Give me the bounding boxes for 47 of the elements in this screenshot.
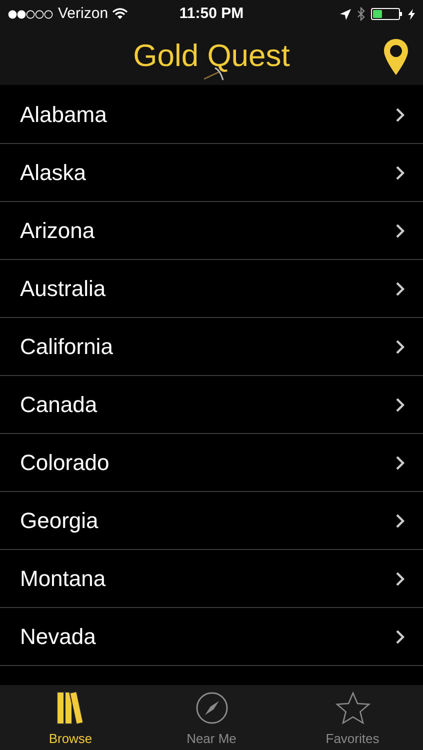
list-row[interactable]: Alabama [0, 86, 423, 144]
map-pin-icon [384, 39, 408, 75]
list-row[interactable]: Arizona [0, 202, 423, 260]
row-label: Georgia [20, 507, 100, 535]
chevron-icon [395, 338, 405, 354]
compass-icon [194, 690, 228, 724]
list-row[interactable]: Nevada [0, 608, 423, 666]
row-label: Alabama [20, 101, 108, 129]
list-row[interactable]: Montana [0, 550, 423, 608]
signal-icon [8, 10, 54, 18]
chevron-icon [395, 164, 405, 180]
row-label: Montana [20, 565, 107, 593]
carrier-name: Verizon [58, 4, 108, 24]
books-icon [56, 690, 86, 724]
chevron-icon [395, 628, 405, 644]
bluetooth-icon [357, 7, 365, 21]
wifi-icon [112, 8, 128, 20]
row-label: Alaska [20, 159, 88, 187]
app-title: Gold Quest [133, 38, 290, 74]
list-row[interactable]: Australia [0, 260, 423, 318]
battery-icon [371, 8, 402, 20]
chevron-icon [395, 106, 405, 122]
charging-icon [408, 8, 415, 20]
row-label: Nevada [20, 623, 97, 651]
chevron-icon [395, 396, 405, 412]
list-row[interactable]: Colorado [0, 434, 423, 492]
list-row[interactable]: Georgia [0, 492, 423, 550]
tab-button[interactable]: Near Me [141, 685, 282, 750]
tab-button[interactable]: Browse [0, 685, 141, 750]
tab-button[interactable]: Favorites [282, 685, 423, 750]
row-label: Canada [20, 391, 98, 419]
status-time: 11:50 PM [179, 4, 244, 24]
row-label: Arizona [20, 217, 96, 245]
list-row[interactable]: Alaska [0, 144, 423, 202]
chevron-icon [395, 280, 405, 296]
list-row[interactable]: California [0, 318, 423, 376]
row-label: Colorado [20, 449, 110, 477]
row-label: California [20, 333, 114, 361]
chevron-icon [395, 454, 405, 470]
list-row[interactable]: Canada [0, 376, 423, 434]
row-label: Australia [20, 275, 107, 303]
chevron-icon [395, 222, 405, 238]
chevron-icon [395, 512, 405, 528]
location-arrow-icon [340, 8, 351, 20]
star-icon [334, 690, 370, 724]
map-pin-button[interactable] [381, 38, 411, 76]
chevron-icon [395, 570, 405, 586]
